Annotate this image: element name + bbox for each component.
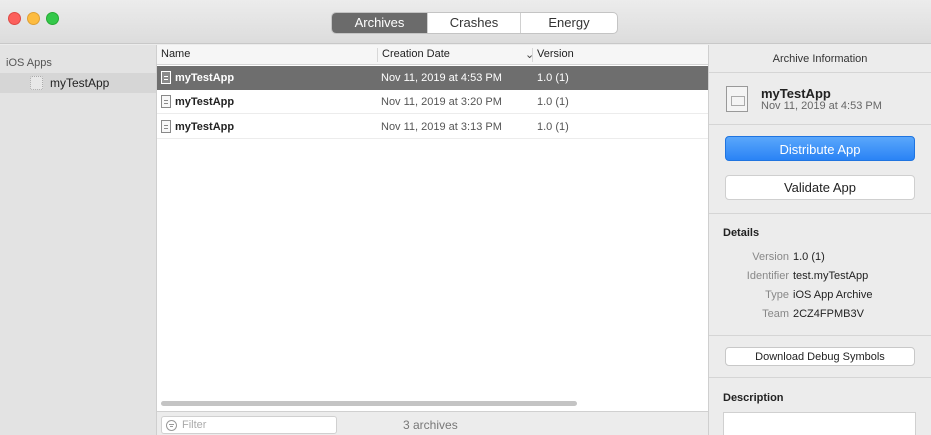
row-version: 1.0 (1)	[537, 96, 569, 108]
sidebar: iOS Apps myTestApp	[0, 45, 157, 435]
archive-icon	[161, 71, 171, 84]
type-key: Type	[765, 289, 789, 301]
sidebar-section-title: iOS Apps	[6, 57, 52, 69]
divider	[709, 335, 931, 336]
details-title: Details	[723, 227, 760, 239]
inspector-panel: Archive Information myTestApp Nov 11, 20…	[708, 45, 931, 435]
divider	[709, 377, 931, 378]
archive-icon	[161, 120, 171, 133]
team-value: 2CZ4FPMB3V	[793, 308, 864, 320]
horizontal-scrollbar[interactable]	[161, 401, 577, 406]
tab-archives[interactable]: Archives	[332, 13, 428, 33]
row-name: myTestApp	[175, 121, 235, 133]
divider	[709, 124, 931, 125]
download-debug-symbols-button[interactable]: Download Debug Symbols	[725, 347, 915, 366]
app-icon	[30, 76, 43, 90]
window-titlebar: Archives Crashes Energy	[0, 0, 931, 44]
filter-field[interactable]: Filter	[161, 416, 337, 434]
filter-placeholder: Filter	[182, 419, 207, 431]
row-date: Nov 11, 2019 at 3:20 PM	[381, 96, 502, 108]
segmented-control: Archives Crashes Energy	[331, 12, 618, 34]
type-value: iOS App Archive	[793, 289, 873, 301]
identifier-value: test.myTestApp	[793, 270, 869, 282]
minimize-window-button[interactable]	[27, 12, 40, 25]
tab-energy[interactable]: Energy	[521, 13, 617, 33]
version-key: Version	[752, 251, 789, 263]
tab-crashes[interactable]: Crashes	[428, 13, 521, 33]
list-footer: Filter 3 archives	[157, 411, 708, 435]
row-version: 1.0 (1)	[537, 72, 569, 84]
description-field[interactable]	[723, 412, 916, 435]
column-header-name[interactable]: Name	[161, 48, 190, 60]
column-header-date[interactable]: Creation Date	[382, 48, 450, 60]
column-header-version[interactable]: Version	[537, 48, 574, 60]
close-window-button[interactable]	[8, 12, 21, 25]
sidebar-item-label: myTestApp	[50, 76, 110, 90]
identifier-key: Identifier	[746, 270, 789, 282]
filter-icon	[166, 420, 177, 431]
sort-chevron-icon: ⌄	[525, 49, 535, 61]
table-row[interactable]: myTestApp Nov 11, 2019 at 3:20 PM 1.0 (1…	[157, 90, 708, 114]
team-key: Team	[762, 308, 789, 320]
archive-app-name: myTestApp	[761, 86, 831, 101]
archive-document-icon	[726, 86, 748, 112]
archive-icon	[161, 95, 171, 108]
archive-list: Name Creation Date ⌄ Version myTestApp N…	[157, 45, 708, 435]
version-value: 1.0 (1)	[793, 251, 825, 263]
column-separator	[377, 48, 378, 62]
archive-count: 3 archives	[403, 418, 458, 432]
table-row[interactable]: myTestApp Nov 11, 2019 at 3:13 PM 1.0 (1…	[157, 115, 708, 139]
row-date: Nov 11, 2019 at 4:53 PM	[381, 72, 502, 84]
inspector-title: Archive Information	[709, 45, 931, 73]
list-header: Name Creation Date ⌄ Version	[157, 45, 708, 65]
table-row[interactable]: myTestApp Nov 11, 2019 at 4:53 PM 1.0 (1…	[157, 66, 708, 90]
row-version: 1.0 (1)	[537, 121, 569, 133]
row-date: Nov 11, 2019 at 3:13 PM	[381, 121, 502, 133]
row-name: myTestApp	[175, 96, 235, 108]
zoom-window-button[interactable]	[46, 12, 59, 25]
sidebar-item-mytestapp[interactable]: myTestApp	[0, 73, 156, 93]
description-title: Description	[723, 392, 784, 404]
archive-date: Nov 11, 2019 at 4:53 PM	[761, 100, 882, 112]
row-name: myTestApp	[175, 72, 235, 84]
distribute-app-button[interactable]: Distribute App	[725, 136, 915, 161]
validate-app-button[interactable]: Validate App	[725, 175, 915, 200]
divider	[709, 213, 931, 214]
